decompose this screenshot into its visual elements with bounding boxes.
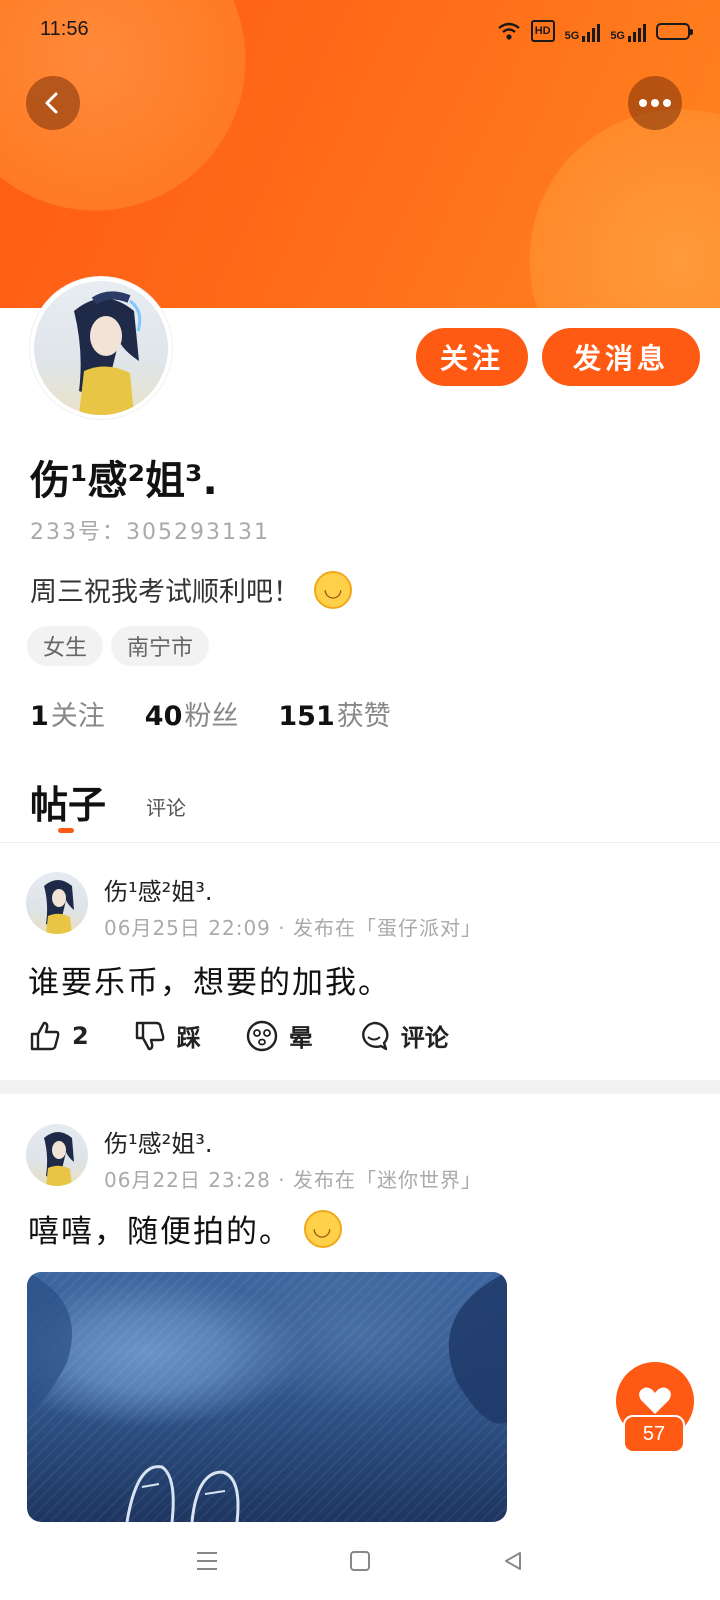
- stat-value: 40: [144, 701, 183, 732]
- post-image[interactable]: [27, 1272, 507, 1522]
- thumbs-down-icon: [135, 1021, 165, 1050]
- stat-label: 粉丝: [184, 701, 239, 732]
- post-separator: [0, 1080, 720, 1094]
- like-count: 2: [72, 1021, 89, 1050]
- battery-icon: [656, 20, 693, 42]
- post-photo-sky: [27, 1272, 507, 1522]
- send-message-button[interactable]: 发消息: [542, 328, 700, 386]
- back-button[interactable]: [26, 76, 80, 130]
- smile-emoji-icon: ◡: [314, 570, 352, 609]
- status-icons: HD 5G 5G: [497, 20, 693, 42]
- stat-label: 获赞: [336, 701, 391, 732]
- 5g-signal-icon: 5G: [565, 20, 601, 42]
- like-total-count: 57: [623, 1415, 685, 1453]
- stat-followers[interactable]: 40粉丝: [145, 694, 239, 733]
- post-meta: 06月22日 23:28 · 发布在「迷你世界」: [104, 1168, 482, 1192]
- comment-label: 评论: [400, 1024, 449, 1052]
- stat-value: 151: [278, 701, 335, 732]
- post-author-avatar[interactable]: [26, 1124, 88, 1186]
- post-actions: 2 踩 晕 评论: [28, 1018, 449, 1053]
- dislike-button[interactable]: 踩: [133, 1018, 201, 1053]
- more-dots-icon: [639, 99, 671, 107]
- tag-gender: 女生: [27, 626, 104, 666]
- menu-button[interactable]: [177, 1531, 237, 1591]
- system-back-button[interactable]: [483, 1531, 543, 1591]
- back-arrow-icon: [45, 92, 58, 114]
- dislike-label: 踩: [176, 1024, 201, 1052]
- comment-icon: [361, 1021, 389, 1050]
- tab-active-indicator: [58, 828, 74, 833]
- network-type-label: 5G: [610, 30, 625, 42]
- dizzy-button[interactable]: 晕: [245, 1018, 313, 1053]
- post-meta: 06月25日 22:09 · 发布在「蛋仔派对」: [104, 916, 482, 940]
- follow-button[interactable]: 关注: [416, 328, 528, 386]
- post-text-content: 谁要乐币，想要的加我。: [28, 965, 391, 1001]
- signal-bars-icon: [582, 24, 601, 42]
- post-card[interactable]: 伤¹感²姐³. 06月25日 22:09 · 发布在「蛋仔派对」 谁要乐币，想要…: [0, 842, 720, 1080]
- profile-tags: 女生 南宁市: [27, 626, 210, 666]
- signal-bars-icon: [628, 24, 646, 42]
- avatar-image: [34, 281, 168, 415]
- back-triangle-icon: [505, 1552, 522, 1570]
- dizzy-label: 晕: [288, 1024, 313, 1052]
- stat-likes: 151获赞: [278, 694, 390, 733]
- hd-icon: HD: [530, 20, 555, 42]
- system-nav-bar: [0, 1522, 720, 1600]
- tag-city[interactable]: 南宁市: [111, 626, 210, 666]
- bio-text: 周三祝我考试顺利吧！: [30, 577, 300, 608]
- home-button[interactable]: [330, 1531, 390, 1591]
- post-author-avatar[interactable]: [26, 872, 88, 934]
- heart-icon: [639, 1387, 671, 1414]
- stat-following[interactable]: 1关注: [30, 694, 105, 733]
- stat-label: 关注: [50, 701, 105, 732]
- post-author-name[interactable]: 伤¹感²姐³.: [104, 872, 213, 907]
- post-text-content: 嘻嘻，随便拍的。: [28, 1214, 292, 1250]
- profile-bio: 周三祝我考试顺利吧！ ◡: [30, 570, 352, 609]
- profile-avatar[interactable]: [30, 277, 172, 419]
- status-bar: 11:56 HD 5G 5G: [0, 0, 720, 62]
- like-button[interactable]: 2: [28, 1019, 89, 1053]
- post-author-name[interactable]: 伤¹感²姐³.: [104, 1124, 213, 1159]
- profile-uid: 233号：305293131: [30, 520, 270, 545]
- profile-username: 伤¹感²姐³.: [30, 458, 218, 504]
- post-text: 谁要乐币，想要的加我。: [28, 957, 391, 1002]
- stat-value: 1: [30, 701, 49, 732]
- 5g-signal-icon: 5G: [610, 20, 646, 42]
- thumbs-up-icon: [30, 1021, 60, 1050]
- profile-stats: 1关注 40粉丝 151获赞: [30, 694, 391, 733]
- tab-posts[interactable]: 帖子: [30, 774, 107, 833]
- status-time: 11:56: [40, 18, 89, 40]
- comment-button[interactable]: 评论: [357, 1018, 449, 1053]
- home-square-icon: [349, 1551, 370, 1571]
- wifi-icon: [497, 20, 521, 42]
- tab-posts-label: 帖子: [30, 783, 107, 827]
- more-button[interactable]: [628, 76, 682, 130]
- tab-comments[interactable]: 评论: [146, 792, 186, 829]
- network-type-label: 5G: [564, 30, 580, 42]
- smile-emoji-icon: ◡: [304, 1209, 342, 1248]
- menu-icon: [196, 1552, 217, 1570]
- dizzy-face-icon: [246, 1020, 277, 1051]
- profile-tabs: 帖子 评论: [30, 774, 186, 833]
- post-text: 嘻嘻，随便拍的。 ◡: [28, 1206, 342, 1251]
